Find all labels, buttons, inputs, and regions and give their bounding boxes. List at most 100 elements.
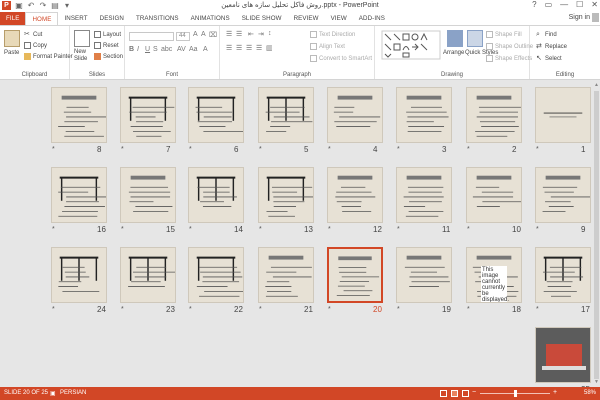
spelling-icon[interactable]: ▣ bbox=[50, 390, 56, 397]
transition-star-icon[interactable]: * bbox=[259, 306, 262, 313]
new-slide-icon[interactable] bbox=[74, 30, 90, 47]
transition-star-icon[interactable]: * bbox=[328, 146, 331, 153]
transition-star-icon[interactable]: * bbox=[121, 226, 124, 233]
tab-transitions[interactable]: TRANSITIONS bbox=[130, 12, 185, 25]
transition-star-icon[interactable]: * bbox=[328, 306, 331, 313]
char-spacing-icon[interactable]: AV bbox=[177, 46, 186, 53]
quick-styles-icon[interactable] bbox=[467, 30, 483, 47]
zoom-in-icon[interactable]: + bbox=[553, 389, 557, 396]
columns-icon[interactable]: ▥ bbox=[266, 44, 273, 52]
slide-thumbnail[interactable]: This image cannot currently be displayed… bbox=[466, 247, 522, 303]
justify-icon[interactable]: ☰ bbox=[256, 44, 262, 52]
minimize-icon[interactable]: — bbox=[560, 0, 568, 9]
change-case-icon[interactable]: Aa bbox=[189, 46, 198, 53]
transition-star-icon[interactable]: * bbox=[397, 146, 400, 153]
bold-icon[interactable]: B bbox=[129, 46, 134, 53]
slide-thumbnail[interactable] bbox=[51, 247, 107, 303]
font-name-box[interactable] bbox=[129, 32, 174, 41]
normal-view-icon[interactable] bbox=[440, 390, 447, 397]
shapes-gallery[interactable] bbox=[381, 30, 441, 60]
tab-slide-show[interactable]: SLIDE SHOW bbox=[236, 12, 288, 25]
scroll-down-icon[interactable]: ▼ bbox=[594, 379, 599, 385]
underline-icon[interactable]: U bbox=[145, 46, 150, 53]
tab-animations[interactable]: ANIMATIONS bbox=[185, 12, 236, 25]
align-center-icon[interactable]: ☰ bbox=[236, 44, 242, 52]
zoom-slider-knob[interactable] bbox=[514, 390, 517, 397]
slide-thumbnail[interactable] bbox=[535, 87, 591, 143]
slide-thumbnail[interactable] bbox=[188, 87, 244, 143]
slide-thumbnail[interactable] bbox=[51, 167, 107, 223]
ribbon-display-icon[interactable]: ▭ bbox=[545, 0, 553, 9]
transition-star-icon[interactable]: * bbox=[536, 306, 539, 313]
slide-thumbnail[interactable] bbox=[188, 167, 244, 223]
slide-thumbnail[interactable] bbox=[120, 247, 176, 303]
transition-star-icon[interactable]: * bbox=[121, 306, 124, 313]
slide-thumbnail[interactable] bbox=[466, 167, 522, 223]
slide-thumbnail[interactable] bbox=[258, 247, 314, 303]
vertical-scrollbar[interactable]: ▲ ▼ bbox=[593, 81, 600, 387]
slide-thumbnail[interactable] bbox=[120, 87, 176, 143]
shadow-icon[interactable]: S bbox=[153, 46, 158, 53]
section-button[interactable]: Section bbox=[94, 53, 123, 60]
find-button[interactable]: ⌕ Find bbox=[536, 31, 557, 38]
transition-star-icon[interactable]: * bbox=[397, 226, 400, 233]
clear-formatting-icon[interactable]: ⌧ bbox=[209, 31, 217, 39]
slide-sorter-view-icon[interactable] bbox=[451, 390, 458, 397]
line-spacing-icon[interactable]: ↕ bbox=[268, 30, 272, 37]
paste-icon[interactable] bbox=[4, 30, 20, 47]
new-slide-button[interactable]: New bbox=[74, 49, 86, 55]
zoom-out-icon[interactable]: − bbox=[472, 389, 476, 396]
paste-button[interactable]: Paste bbox=[4, 50, 19, 56]
tab-file[interactable]: FILE bbox=[0, 12, 26, 25]
reading-view-icon[interactable] bbox=[462, 390, 469, 397]
new-slide-button-line2[interactable]: Slide bbox=[74, 56, 87, 62]
account-icon[interactable] bbox=[592, 13, 599, 22]
scroll-thumb[interactable] bbox=[594, 91, 599, 379]
decrease-indent-icon[interactable]: ⇤ bbox=[248, 30, 254, 38]
slide-thumbnail[interactable] bbox=[535, 247, 591, 303]
transition-star-icon[interactable]: * bbox=[189, 306, 192, 313]
sign-in-link[interactable]: Sign in bbox=[569, 14, 590, 21]
tab-insert[interactable]: INSERT bbox=[58, 12, 93, 25]
zoom-level[interactable]: 58% bbox=[584, 390, 596, 396]
slide-thumbnail[interactable] bbox=[396, 247, 452, 303]
increase-indent-icon[interactable]: ⇥ bbox=[258, 30, 264, 38]
transition-star-icon[interactable]: * bbox=[328, 226, 331, 233]
help-icon[interactable]: ? bbox=[532, 0, 536, 9]
strikethrough-icon[interactable]: abc bbox=[161, 46, 172, 53]
reset-button[interactable]: Reset bbox=[94, 42, 119, 49]
slide-thumbnail[interactable] bbox=[258, 167, 314, 223]
shape-effects-button[interactable]: Shape Effects bbox=[486, 55, 532, 62]
tab-review[interactable]: REVIEW bbox=[288, 12, 325, 25]
format-painter-button[interactable]: Format Painter bbox=[24, 53, 73, 60]
numbering-icon[interactable]: ☰ bbox=[236, 30, 242, 38]
text-direction-button[interactable]: Text Direction bbox=[310, 31, 355, 38]
transition-star-icon[interactable]: * bbox=[189, 146, 192, 153]
scroll-up-icon[interactable]: ▲ bbox=[594, 82, 599, 88]
transition-star-icon[interactable]: * bbox=[52, 226, 55, 233]
transition-star-icon[interactable]: * bbox=[189, 226, 192, 233]
replace-button[interactable]: ⇄ Replace bbox=[536, 43, 567, 50]
transition-star-icon[interactable]: * bbox=[536, 146, 539, 153]
align-text-button[interactable]: Align Text bbox=[310, 43, 345, 50]
slide-thumbnail[interactable] bbox=[51, 87, 107, 143]
layout-button[interactable]: Layout bbox=[94, 31, 121, 38]
shape-outline-button[interactable]: Shape Outline bbox=[486, 43, 533, 50]
bullets-icon[interactable]: ☰ bbox=[226, 30, 232, 38]
shrink-font-icon[interactable]: A bbox=[201, 31, 206, 38]
arrange-icon[interactable] bbox=[447, 30, 463, 47]
cut-button[interactable]: ✂ Cut bbox=[24, 31, 42, 38]
slide-thumbnail[interactable] bbox=[535, 167, 591, 223]
tab-add-ins[interactable]: ADD-INS bbox=[353, 12, 391, 25]
slide-thumbnail[interactable] bbox=[535, 327, 591, 383]
shape-fill-button[interactable]: Shape Fill bbox=[486, 31, 522, 38]
slide-thumbnail[interactable] bbox=[396, 87, 452, 143]
language-indicator[interactable]: PERSIAN bbox=[60, 390, 86, 396]
slide-thumbnail[interactable] bbox=[188, 247, 244, 303]
slide-thumbnail[interactable] bbox=[327, 247, 383, 303]
transition-star-icon[interactable]: * bbox=[52, 146, 55, 153]
transition-star-icon[interactable]: * bbox=[259, 146, 262, 153]
font-size-box[interactable]: 44 bbox=[176, 32, 190, 41]
transition-star-icon[interactable]: * bbox=[467, 226, 470, 233]
transition-star-icon[interactable]: * bbox=[467, 146, 470, 153]
